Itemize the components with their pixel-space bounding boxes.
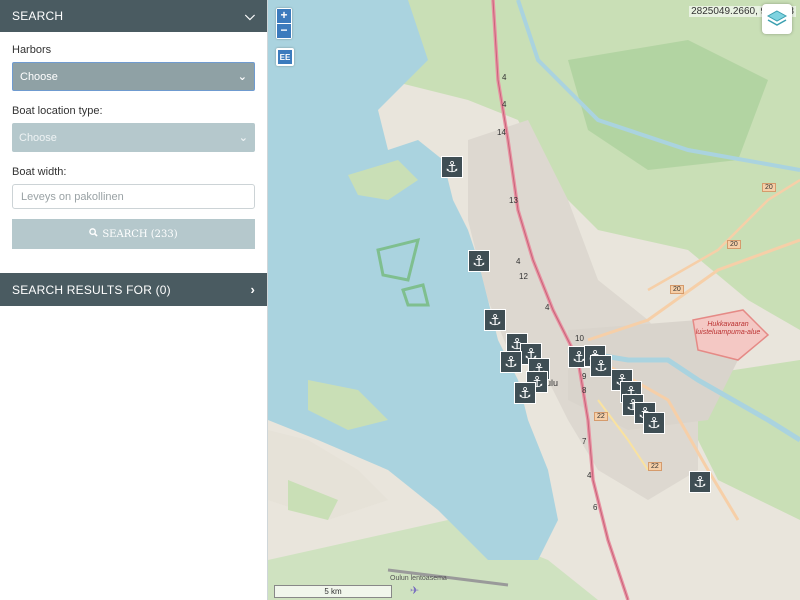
road-number: 10 — [575, 334, 584, 343]
boat-location-type-select[interactable]: Choose ⌄ — [12, 123, 255, 152]
search-panel-header[interactable]: SEARCH ⌵ — [0, 0, 267, 32]
results-panel-header[interactable]: SEARCH RESULTS FOR (0) › — [0, 273, 267, 306]
road-shield: 22 — [594, 412, 608, 421]
road-number: 4 — [587, 471, 592, 480]
road-shield: 20 — [727, 240, 741, 249]
search-button-label: SEARCH (233) — [102, 228, 178, 240]
anchor-icon[interactable]: ⚓ — [590, 355, 612, 377]
airport-label: Oulun lentoasema — [390, 575, 447, 582]
search-button[interactable]: SEARCH (233) — [12, 219, 255, 249]
chevron-down-icon: ⌄ — [237, 71, 247, 83]
road-number: 7 — [582, 437, 587, 446]
road-shield: 20 — [762, 183, 776, 192]
road-number: 6 — [593, 503, 598, 512]
boat-location-type-label: Boat location type: — [12, 105, 103, 117]
anchor-icon[interactable]: ⚓ — [484, 309, 506, 331]
boat-location-type-select-value: Choose — [19, 131, 57, 144]
scale-bar: 5 km — [274, 585, 392, 598]
zoom-in-button[interactable]: + — [277, 9, 291, 23]
road-number: 4 — [502, 100, 507, 109]
road-number: 4 — [516, 257, 521, 266]
results-panel-title: SEARCH RESULTS FOR (0) — [12, 282, 171, 297]
anchor-icon[interactable]: ⚓ — [643, 412, 665, 434]
anchor-icon[interactable]: ⚓ — [468, 250, 490, 272]
road-number: 4 — [545, 303, 550, 312]
chevron-down-icon[interactable]: ⌵ — [245, 8, 255, 24]
anchor-icon[interactable]: ⚓ — [441, 156, 463, 178]
road-number: 13 — [509, 196, 518, 205]
road-number: 14 — [497, 128, 506, 137]
search-icon — [89, 228, 99, 240]
harbors-label: Harbors — [12, 44, 52, 56]
road-number: 8 — [582, 386, 587, 395]
search-form: Harbors Choose ⌄ Boat location type: Cho… — [0, 32, 267, 249]
boat-width-label: Boat width: — [12, 166, 67, 178]
search-panel-title: SEARCH — [12, 9, 64, 23]
airplane-icon: ✈ — [410, 585, 420, 597]
harbors-select[interactable]: Choose ⌄ — [12, 62, 255, 91]
road-number: 4 — [502, 73, 507, 82]
chevron-right-icon[interactable]: › — [250, 282, 255, 297]
map-view[interactable]: + − EE 2825049.2660, 962403 4 4 14 13 4 … — [268, 0, 800, 600]
map-base-layer — [268, 0, 800, 600]
zoom-out-button[interactable]: − — [277, 24, 291, 38]
zoom-control: + − — [276, 8, 292, 39]
sidebar: SEARCH ⌵ Harbors Choose ⌄ Boat location … — [0, 0, 268, 600]
chevron-down-icon: ⌄ — [238, 132, 248, 144]
road-number: 12 — [519, 272, 528, 281]
anchor-icon[interactable]: ⚓ — [689, 471, 711, 493]
layers-icon[interactable] — [762, 4, 792, 34]
road-shield: 22 — [648, 462, 662, 471]
boat-width-input[interactable] — [12, 184, 255, 209]
extent-button-label: EE — [278, 50, 292, 64]
road-number: 9 — [582, 372, 587, 381]
anchor-icon[interactable]: ⚓ — [514, 382, 536, 404]
extent-button[interactable]: EE — [276, 48, 294, 66]
restricted-area-label: Hukkavaaran luisteluampuma-alue — [695, 321, 761, 336]
anchor-icon[interactable]: ⚓ — [500, 351, 522, 373]
harbors-select-value: Choose — [20, 70, 58, 83]
road-shield: 20 — [670, 285, 684, 294]
